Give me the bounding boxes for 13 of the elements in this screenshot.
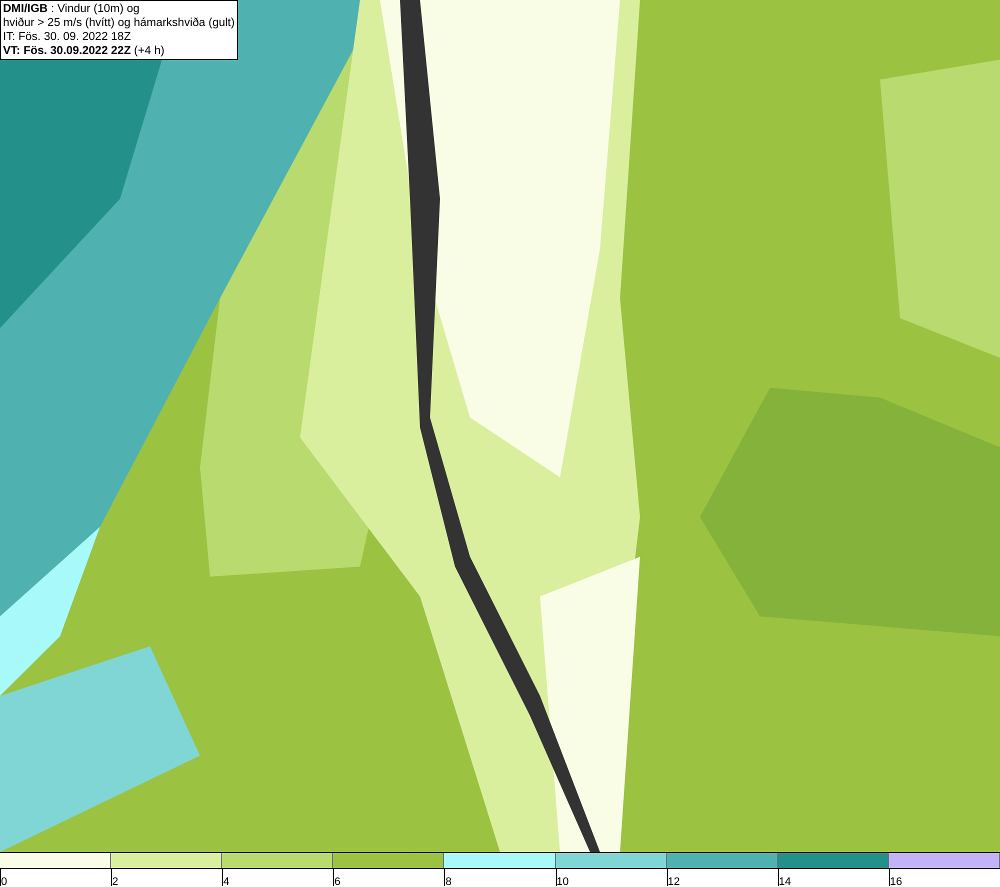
title-line: DMI/IGB : Vindur (10m) og (3, 2, 141, 16)
legend-tick-label: 2 (112, 876, 118, 887)
title-line: IT: Fös. 30. 09. 2022 18Z (3, 30, 132, 44)
legend-tick-label: 14 (778, 876, 792, 887)
legend-tick-label: 6 (334, 876, 340, 887)
legend-tick-label: 0 (1, 876, 8, 887)
title-line: hviður > 25 m/s (hvítt) og hámarkshviða (gult) (3, 16, 235, 30)
legend-tick-label: 4 (223, 876, 230, 887)
legend-tick-label: 8 (445, 876, 452, 887)
legend-tick-label: 16 (890, 876, 902, 887)
title-line: VT: Fös. 30.09.2022 22Z (+4 h) (3, 44, 166, 58)
legend-tick-label: 12 (668, 876, 680, 887)
legend-tick-label: 10 (556, 876, 569, 887)
